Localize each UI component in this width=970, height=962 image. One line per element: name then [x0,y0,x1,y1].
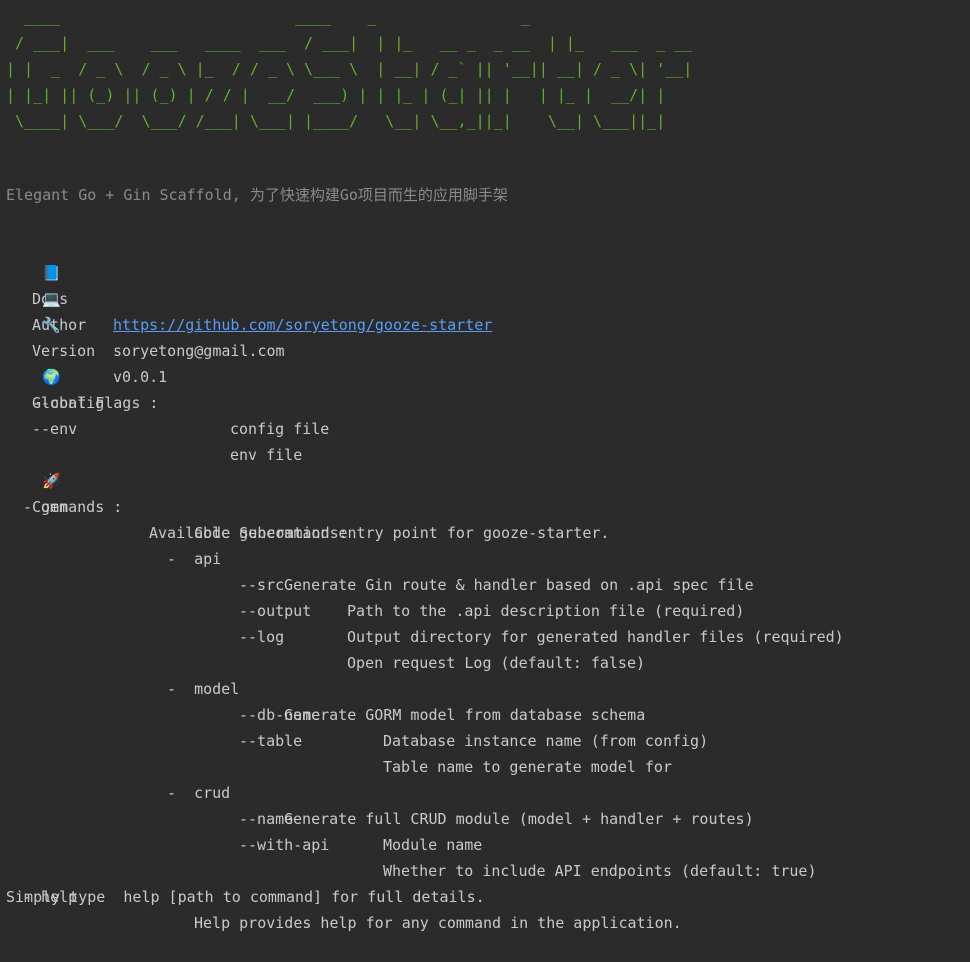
subflag-row: --name Module name [6,780,966,854]
docs-link[interactable]: https://github.com/soryetong/gooze-start… [113,312,492,338]
command-row-gen: - gen Code generation entry point for go… [6,468,966,542]
subcommands-title-row: Available Subcommands: [6,494,966,542]
subcommand-row-model: - model Generate GORM model from databas… [6,650,966,724]
flag-row-env: --env env file [6,390,966,464]
tagline: Elegant Go + Gin Scaffold, 为了快速构建Go项目而生的… [6,186,508,204]
flag-row-config: --config config file [6,364,966,438]
subflag-row: --db-name Database instance name (from c… [6,676,966,750]
command-desc: Help provides help for any command in th… [194,914,682,932]
subflag-name: --table [239,732,303,750]
global-flags-header: 🌍 Global Flags : [6,338,966,412]
subflag-row: --with-api Whether to include API endpoi… [6,806,966,880]
subflag-desc: Module name [383,836,483,854]
subflag-row: --output Output directory for generated … [6,572,966,646]
author-row: 💻 Author soryetong@gmail.com [6,260,966,360]
subflag-desc: Database instance name (from config) [383,732,709,750]
subflag-name: --with-api [239,836,330,854]
flag-desc: config file [230,420,330,438]
ascii-banner: ____ ____ _ _ / ___| ___ ___ ____ ___ / … [6,8,693,130]
command-row-help: - help Help provides help for any comman… [6,858,966,932]
subflag-row: --src Path to the .api description file … [6,546,966,620]
wrench-icon: 🔧 [42,316,61,334]
terminal-output: ____ ____ _ _ / ___| ___ ___ ____ ___ / … [0,0,970,932]
subflag-name: --log [239,628,285,646]
version-row: 🔧 Version v0.0.1 [6,286,966,386]
subcommand-row-crud: - crud Generate full CRUD module (model … [6,754,966,828]
subcommand-row-api: - api Generate Gin route & handler based… [6,520,966,594]
flag-name: --env [32,420,78,438]
subflag-row: --log Open request Log (default: false) [6,598,966,672]
footer-hint: Simply type help [path to command] for f… [6,888,485,906]
subflag-desc: Output directory for generated handler f… [347,628,844,646]
commands-header: 🚀 Commands : [6,442,966,516]
docs-row: 📘 Docs https://github.com/soryetong/gooz… [6,234,966,334]
subflag-row: --table Table name to generate model for [6,702,966,776]
